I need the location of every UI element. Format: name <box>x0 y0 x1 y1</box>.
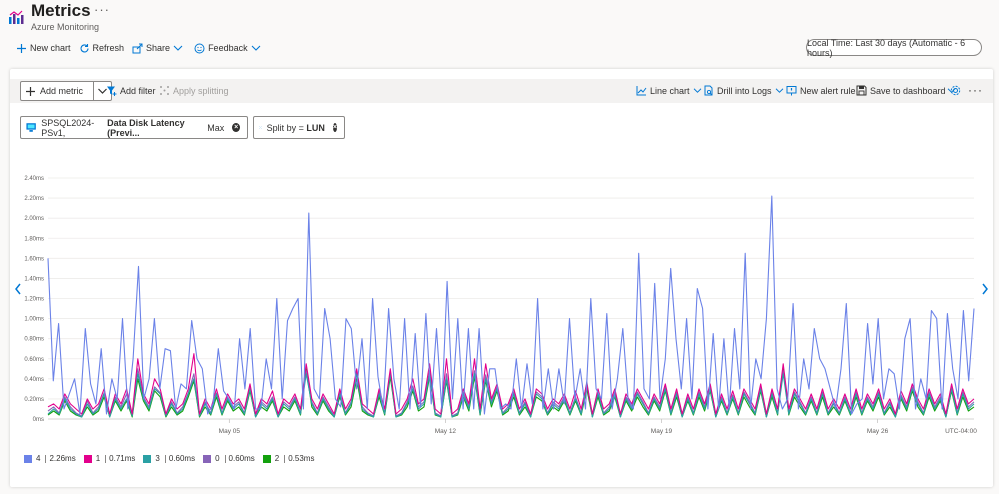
split-pill[interactable]: Split by = LUN × <box>253 116 345 139</box>
feedback-label: Feedback <box>208 43 248 53</box>
legend-name: 3 <box>155 454 160 463</box>
chevron-down-icon <box>775 88 783 93</box>
add-metric-label: Add metric <box>40 86 84 96</box>
legend-item-4[interactable]: 4 2.26ms <box>24 454 76 463</box>
legend-swatch <box>203 454 212 463</box>
legend-divider <box>105 454 107 463</box>
legend-value: 0.60ms <box>168 454 196 463</box>
refresh-icon <box>80 43 89 52</box>
monitor-icon <box>26 123 36 132</box>
split-value: LUN <box>306 122 325 133</box>
share-icon <box>132 43 143 53</box>
save-icon <box>856 85 867 96</box>
legend-value: 0.60ms <box>228 454 255 463</box>
add-metric-button[interactable]: Add metric <box>20 81 112 101</box>
legend-value: 0.53ms <box>288 454 315 463</box>
drill-into-logs-label: Drill into Logs <box>717 85 772 96</box>
smiley-icon <box>194 43 205 53</box>
chart-legend: 4 2.26ms 1 0.71ms 3 0.60ms 0 0.60ms 2 0.53ms <box>24 454 322 463</box>
gear-icon <box>950 85 961 96</box>
line-chart-icon <box>636 86 647 96</box>
command-bar: New chart Refresh Share Feedback <box>16 40 272 56</box>
logs-icon <box>704 85 713 96</box>
new-alert-rule-button[interactable]: New alert rule <box>786 85 856 96</box>
feedback-button[interactable]: Feedback <box>194 43 264 54</box>
chevron-down-icon <box>173 45 183 51</box>
new-chart-label: New chart <box>30 43 71 53</box>
legend-value: 0.71ms <box>109 454 136 463</box>
chevron-down-icon <box>251 45 260 51</box>
page-subtitle: Azure Monitoring <box>31 22 100 32</box>
refresh-label: Refresh <box>92 43 125 53</box>
splitting-icon <box>259 126 262 129</box>
save-to-dashboard-label: Save to dashboard <box>870 85 946 96</box>
split-prefix: Split by = <box>266 122 307 133</box>
metric-pill[interactable]: SPSQL2024-PSv1, Data Disk Latency (Previ… <box>20 116 248 139</box>
share-label: Share <box>146 43 171 53</box>
page-title: Metrics <box>31 1 91 20</box>
divider <box>93 82 94 100</box>
chart-toolbar: Add metric Add filter Apply splitting Li… <box>10 79 993 103</box>
more-actions-button[interactable]: ··· <box>968 83 983 97</box>
legend-divider <box>164 454 166 463</box>
legend-swatch <box>262 454 271 463</box>
splitting-icon <box>160 86 169 95</box>
line-chart-button[interactable]: Line chart <box>636 85 705 96</box>
legend-item-2[interactable]: 2 0.53ms <box>262 454 315 463</box>
legend-name: 4 <box>36 454 41 463</box>
time-range-picker[interactable]: Local Time: Last 30 days (Automatic - 6 … <box>806 38 982 58</box>
more-options-button[interactable]: ··· <box>94 2 110 17</box>
legend-swatch <box>24 454 32 463</box>
alert-icon <box>786 86 797 96</box>
save-to-dashboard-button[interactable]: Save to dashboard <box>856 85 959 96</box>
remove-metric-icon[interactable]: × <box>232 123 240 132</box>
add-filter-label: Add filter <box>120 85 156 96</box>
filter-icon <box>107 86 117 96</box>
line-chart-label: Line chart <box>650 85 690 96</box>
plus-icon <box>17 43 26 53</box>
settings-button[interactable] <box>950 85 964 96</box>
chevron-down-icon <box>693 88 701 93</box>
legend-divider <box>284 454 286 463</box>
apply-splitting-button[interactable]: Apply splitting <box>159 85 229 96</box>
page-header: Metrics ··· Azure Monitoring New chart R… <box>0 0 999 62</box>
refresh-button[interactable]: Refresh <box>79 43 125 54</box>
metric-aggregation: Max <box>207 122 225 133</box>
new-alert-rule-label: New alert rule <box>800 85 856 96</box>
legend-name: 0 <box>215 454 220 463</box>
metrics-logo-icon <box>9 10 24 24</box>
metric-name: Data Disk Latency (Previ... <box>107 117 185 138</box>
metric-resource: SPSQL2024-PSv1, <box>41 117 95 138</box>
chart-card: Add metric Add filter Apply splitting Li… <box>10 69 993 487</box>
drill-into-logs-button[interactable]: Drill into Logs <box>703 85 787 96</box>
apply-splitting-label: Apply splitting <box>173 85 229 96</box>
legend-value: 2.26ms <box>49 454 76 463</box>
legend-item-0[interactable]: 0 0.60ms <box>203 454 255 463</box>
new-chart-button[interactable]: New chart <box>16 43 71 54</box>
legend-name: 2 <box>274 454 280 463</box>
legend-swatch <box>143 454 152 463</box>
legend-name: 1 <box>95 454 101 463</box>
remove-split-icon[interactable]: × <box>332 123 337 132</box>
legend-divider <box>45 454 47 463</box>
add-filter-button[interactable]: Add filter <box>106 85 156 96</box>
plus-icon <box>26 86 35 96</box>
legend-item-3[interactable]: 3 0.60ms <box>143 454 195 463</box>
legend-swatch <box>83 454 92 463</box>
share-button[interactable]: Share <box>132 43 186 54</box>
legend-item-1[interactable]: 1 0.71ms <box>83 454 136 463</box>
legend-divider <box>224 454 226 463</box>
